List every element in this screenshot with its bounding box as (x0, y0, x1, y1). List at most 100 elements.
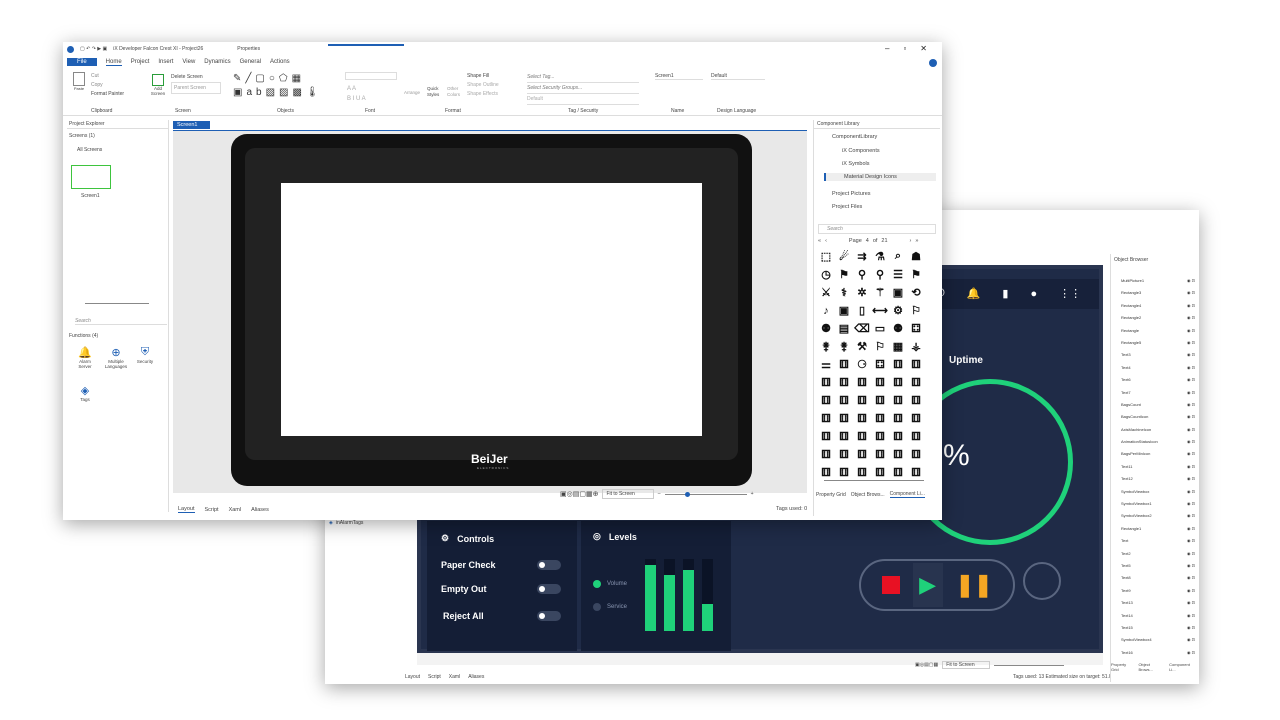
object-list-item[interactable]: Text8 ◉ ⊡ (1121, 575, 1195, 587)
object-list-item[interactable]: Text9 ◉ ⊡ (1121, 588, 1195, 600)
object-list-item[interactable]: Text13 ◉ ⊡ (1121, 600, 1195, 612)
visibility-lock-icons[interactable]: ◉ ⊡ (1187, 390, 1195, 402)
quick-styles-button[interactable]: Quick Styles (427, 86, 443, 98)
other-colors-button[interactable]: Other Colors (447, 86, 463, 98)
library-ix-symbols[interactable]: iX Symbols (842, 161, 870, 167)
function-security[interactable]: ⛨ Security (133, 346, 157, 364)
functions-header[interactable]: Functions (4) (69, 333, 98, 339)
material-icon[interactable]: ⚅ (909, 448, 923, 461)
shape-fill-button[interactable]: Shape Fill (467, 72, 499, 81)
material-icon[interactable]: ⚵ (837, 340, 851, 353)
material-icon[interactable]: ⚑ (837, 268, 851, 281)
pause-button[interactable]: ❚❚ (956, 572, 993, 598)
menu-insert[interactable]: Insert (158, 59, 173, 65)
toggle-switch[interactable] (537, 584, 561, 594)
library-size-slider[interactable] (824, 480, 924, 481)
object-list-item[interactable]: Text4 ◉ ⊡ (1121, 365, 1195, 377)
material-icon[interactable]: ⚔ (819, 286, 833, 299)
font-select[interactable] (345, 72, 397, 80)
material-icon[interactable]: ⚅ (837, 448, 851, 461)
material-icon[interactable]: ⚲ (855, 268, 869, 281)
material-icon[interactable]: ⚉ (891, 322, 905, 335)
format-painter-button[interactable]: Format Painter (91, 90, 124, 99)
visibility-lock-icons[interactable]: ◉ ⊡ (1187, 513, 1195, 525)
play-button[interactable]: ▶ (912, 563, 943, 607)
material-icon[interactable]: ⚶ (909, 340, 923, 353)
object-list-item[interactable]: Rectangle5 ◉ ⊡ (1121, 340, 1195, 352)
material-icon[interactable]: ⚕ (837, 286, 851, 299)
object-list-item[interactable]: Text15 ◉ ⊡ (1121, 625, 1195, 637)
object-list-item[interactable]: SymbolViewbox ◉ ⊡ (1121, 489, 1195, 501)
visibility-lock-icons[interactable]: ◉ ⊡ (1187, 303, 1195, 315)
material-icon[interactable]: ▭ (873, 322, 887, 335)
refresh-button[interactable] (1023, 562, 1061, 600)
library-ix-components[interactable]: iX Components (842, 148, 880, 154)
material-icon[interactable]: ⚐ (873, 340, 887, 353)
view-icons[interactable]: ▣◎▤▢▦⊕ (560, 490, 598, 498)
object-list-item[interactable]: BagsCountIcon ◉ ⊡ (1121, 414, 1195, 426)
user-icon[interactable]: ● (1030, 288, 1037, 300)
visibility-lock-icons[interactable]: ◉ ⊡ (1187, 352, 1195, 364)
visibility-lock-icons[interactable]: ◉ ⊡ (1187, 377, 1195, 389)
material-icon[interactable]: ⚅ (855, 430, 869, 443)
visibility-lock-icons[interactable]: ◉ ⊡ (1187, 600, 1195, 612)
material-icon[interactable]: ⬚ (819, 250, 833, 263)
tag-default-select[interactable]: Default (527, 94, 639, 105)
visibility-lock-icons[interactable]: ◉ ⊡ (1187, 402, 1195, 414)
library-search[interactable]: Search (818, 224, 936, 234)
object-list-item[interactable]: MultiPicture1 ◉ ⊡ (1121, 278, 1195, 290)
material-icon[interactable]: ⚅ (873, 430, 887, 443)
material-icon[interactable]: ⚅ (873, 448, 887, 461)
menu-home[interactable]: Home (105, 59, 122, 66)
material-icon[interactable]: ⚌ (819, 358, 833, 371)
object-list-item[interactable]: Text11 ◉ ⊡ (1121, 464, 1195, 476)
material-icon[interactable]: ⚐ (909, 304, 923, 317)
visibility-lock-icons[interactable]: ◉ ⊡ (1187, 315, 1195, 327)
material-icon[interactable]: ☰ (891, 268, 905, 281)
material-icon[interactable]: ⚅ (819, 412, 833, 425)
material-icon[interactable]: ⚅ (873, 412, 887, 425)
screens-header[interactable]: Screens (1) (67, 129, 168, 143)
toggle-switch[interactable] (537, 560, 561, 570)
tab-xaml[interactable]: Xaml (449, 674, 460, 680)
objects-gallery[interactable]: ✎╱▢○⬠▦ ▣ab▧▨▩🌡 (233, 72, 323, 100)
tab-object-browser[interactable]: Object Brows... (1138, 662, 1165, 672)
tab-component-library[interactable]: Component Li... (1169, 662, 1197, 672)
material-icon[interactable]: ⚅ (819, 448, 833, 461)
apps-icon[interactable]: ⋮⋮ (1059, 287, 1081, 300)
material-icon[interactable]: ▯ (855, 304, 869, 317)
visibility-lock-icons[interactable]: ◉ ⊡ (1187, 489, 1195, 501)
next-page-button[interactable]: › (910, 238, 912, 244)
visibility-lock-icons[interactable]: ◉ ⊡ (1187, 414, 1195, 426)
material-icon[interactable]: ⚚ (873, 286, 887, 299)
explorer-search[interactable]: Search (75, 318, 167, 325)
material-icon[interactable]: ⟷ (872, 304, 888, 317)
tab-object-browser[interactable]: Object Brows... (851, 492, 885, 498)
material-icon[interactable]: ⚅ (855, 412, 869, 425)
material-icon[interactable]: ⚅ (837, 376, 851, 389)
material-icon[interactable]: ⌫ (854, 322, 870, 335)
material-icon[interactable]: ⚅ (891, 358, 905, 371)
prev-page-button[interactable]: ‹ (825, 238, 827, 244)
material-icon[interactable]: ⚅ (819, 466, 833, 479)
visibility-lock-icons[interactable]: ◉ ⊡ (1187, 650, 1195, 662)
shape-effects-button[interactable]: Shape Effects (467, 90, 499, 99)
visibility-lock-icons[interactable]: ◉ ⊡ (1187, 538, 1195, 550)
arrange-button[interactable]: Arrange (404, 90, 420, 95)
visibility-lock-icons[interactable]: ◉ ⊡ (1187, 637, 1195, 649)
visibility-lock-icons[interactable]: ◉ ⊡ (1187, 613, 1195, 625)
material-icon[interactable]: ⚅ (855, 466, 869, 479)
visibility-lock-icons[interactable]: ◉ ⊡ (1187, 575, 1195, 587)
visibility-lock-icons[interactable]: ◉ ⊡ (1187, 427, 1195, 439)
stop-button[interactable] (881, 576, 900, 594)
context-tab[interactable]: Properties (237, 46, 260, 52)
material-icon[interactable]: ⚅ (837, 394, 851, 407)
visibility-lock-icons[interactable]: ◉ ⊡ (1187, 340, 1195, 352)
material-icon[interactable]: ⚃ (909, 322, 923, 335)
visibility-lock-icons[interactable]: ◉ ⊡ (1187, 501, 1195, 513)
material-icon[interactable]: ⚙ (891, 304, 905, 317)
menu-actions[interactable]: Actions (270, 59, 290, 65)
quick-access[interactable]: ▢ ↶ ↷ ▶ ▣ (80, 46, 107, 52)
chat-icon[interactable]: ▮ (1002, 287, 1008, 300)
material-icon[interactable]: ⚅ (819, 394, 833, 407)
